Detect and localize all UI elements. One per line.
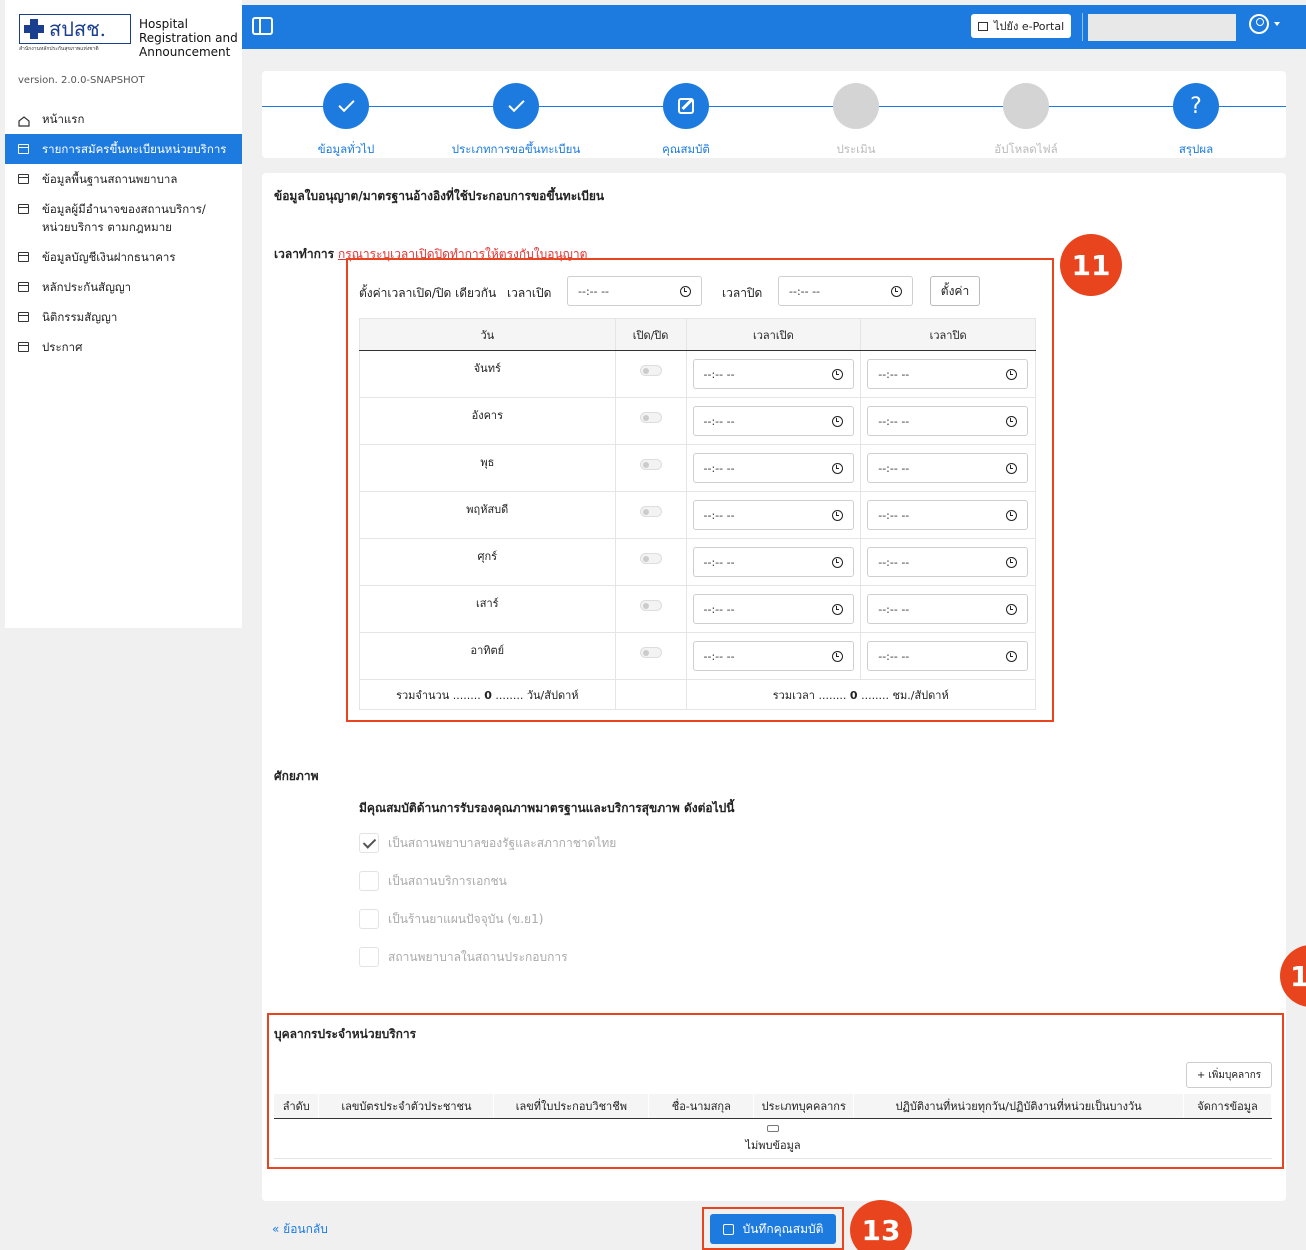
app-name: Hospital Registration and Announcement bbox=[139, 17, 238, 59]
sidebar-item-registration-list[interactable]: รายการสมัครขึ้นทะเบียนหน่วยบริการ bbox=[5, 134, 242, 164]
calendar-icon bbox=[18, 174, 29, 184]
sidebar-item-label: ประกาศ bbox=[42, 340, 83, 354]
calendar-icon bbox=[18, 252, 29, 262]
checkbox[interactable] bbox=[359, 871, 379, 891]
step-label: สรุปผล bbox=[1178, 142, 1214, 156]
exit-icon bbox=[978, 21, 988, 31]
calendar-icon bbox=[18, 312, 29, 322]
step-qualifications[interactable]: คุณสมบัติ bbox=[601, 83, 771, 159]
annotation-badge-12-clip: 12 bbox=[1280, 945, 1306, 1015]
sidebar-item-label: หลักประกันสัญญา bbox=[42, 280, 132, 294]
cross-icon bbox=[23, 18, 45, 40]
e-portal-label: ไปยัง e-Portal bbox=[994, 20, 1065, 33]
app-name-line: Hospital bbox=[139, 17, 188, 31]
step-upload-files[interactable]: อัปโหลดไฟล์ bbox=[941, 83, 1111, 159]
sidebar-item-authorized-persons[interactable]: ข้อมูลผู้มีอำนาจของสถานบริการ/หน่วยบริกา… bbox=[5, 194, 242, 242]
logo-subtitle: สำนักงานหลักประกันสุขภาพแห่งชาติ bbox=[19, 46, 99, 52]
step-label: ข้อมูลทั่วไป bbox=[317, 142, 375, 156]
annotation-badge-13: 13 bbox=[850, 1200, 912, 1250]
chevron-down-icon[interactable] bbox=[1274, 22, 1280, 26]
sidebar-item-label: ข้อมูลพื้นฐานสถานพยาบาล bbox=[42, 172, 178, 186]
step-check-icon bbox=[323, 83, 369, 129]
version-label: version. 2.0.0-SNAPSHOT bbox=[18, 75, 145, 86]
logo-thai-text: สปสช. bbox=[49, 17, 107, 41]
sidebar: สปสช. Hospital Registration and Announce… bbox=[5, 0, 242, 628]
capability-option[interactable]: เป็นร้านยาแผนปัจจุบัน (ข.ย1) bbox=[359, 909, 543, 929]
sidebar-item-label: ข้อมูลผู้มีอำนาจของสถานบริการ/หน่วยบริกา… bbox=[42, 202, 206, 234]
capability-option[interactable]: เป็นสถานพยาบาลของรัฐและสภากาชาดไทย bbox=[359, 833, 616, 853]
home-icon bbox=[18, 114, 30, 127]
checkbox[interactable] bbox=[359, 909, 379, 929]
step-label: ประเมิน bbox=[836, 142, 876, 156]
nhso-logo: สปสช. bbox=[19, 14, 131, 44]
option-label: เป็นร้านยาแผนปัจจุบัน (ข.ย1) bbox=[388, 911, 544, 926]
sidebar-item-home[interactable]: หน้าแรก bbox=[5, 104, 242, 134]
sidebar-item-announcements[interactable]: ประกาศ bbox=[5, 332, 242, 362]
checkbox-checked[interactable] bbox=[359, 833, 379, 853]
step-summary[interactable]: ? สรุปผล bbox=[1111, 83, 1281, 159]
step-assessment[interactable]: ประเมิน bbox=[771, 83, 941, 159]
annotation-box-12 bbox=[267, 1013, 1284, 1169]
step-pending-icon bbox=[1003, 83, 1049, 129]
step-pending-icon bbox=[833, 83, 879, 129]
question-icon: ? bbox=[1173, 83, 1219, 129]
app-name-line: Registration and bbox=[139, 31, 238, 45]
calendar-icon bbox=[18, 342, 29, 352]
sidebar-item-hospital-info[interactable]: ข้อมูลพื้นฐานสถานพยาบาล bbox=[5, 164, 242, 194]
calendar-icon bbox=[18, 204, 29, 214]
sidebar-item-contracts[interactable]: นิติกรรมสัญญา bbox=[5, 302, 242, 332]
registration-stepper: ข้อมูลทั่วไป ประเภทการขอขึ้นทะเบียน คุณส… bbox=[262, 71, 1286, 158]
capability-option[interactable]: เป็นสถานบริการเอกชน bbox=[359, 871, 507, 891]
annotation-box-13 bbox=[702, 1207, 844, 1250]
sidebar-item-label: หน้าแรก bbox=[42, 112, 85, 126]
capability-option[interactable]: สถานพยาบาลในสถานประกอบการ bbox=[359, 947, 568, 967]
option-label: เป็นสถานพยาบาลของรัฐและสภากาชาดไทย bbox=[388, 835, 617, 850]
annotation-badge-12: 12 bbox=[1280, 945, 1306, 1007]
step-edit-icon bbox=[663, 83, 709, 129]
step-registration-type[interactable]: ประเภทการขอขึ้นทะเบียน bbox=[431, 83, 601, 159]
e-portal-button[interactable]: ไปยัง e-Portal bbox=[971, 14, 1072, 38]
header-divider bbox=[1082, 13, 1083, 41]
app-name-line: Announcement bbox=[139, 45, 231, 59]
capability-title: ศักยภาพ bbox=[274, 769, 319, 783]
annotation-badge-11: 11 bbox=[1060, 234, 1122, 296]
option-label: สถานพยาบาลในสถานประกอบการ bbox=[388, 949, 568, 964]
calendar-icon bbox=[18, 144, 29, 154]
sidebar-item-contract-guarantee[interactable]: หลักประกันสัญญา bbox=[5, 272, 242, 302]
sidebar-toggle-icon[interactable] bbox=[252, 17, 273, 35]
step-label: คุณสมบัติ bbox=[662, 142, 710, 156]
step-check-icon bbox=[493, 83, 539, 129]
step-general-info[interactable]: ข้อมูลทั่วไป bbox=[261, 83, 431, 159]
user-circle-icon[interactable] bbox=[1249, 14, 1269, 34]
user-name-redacted bbox=[1088, 14, 1236, 41]
working-time-label: เวลาทำการ bbox=[274, 247, 335, 261]
sidebar-item-label: รายการสมัครขึ้นทะเบียนหน่วยบริการ bbox=[42, 142, 227, 156]
sidebar-item-label: ข้อมูลบัญชีเงินฝากธนาคาร bbox=[42, 250, 176, 264]
back-link[interactable]: « ย้อนกลับ bbox=[272, 1220, 328, 1239]
checkbox[interactable] bbox=[359, 947, 379, 967]
option-label: เป็นสถานบริการเอกชน bbox=[388, 873, 507, 888]
sidebar-item-label: นิติกรรมสัญญา bbox=[42, 310, 118, 324]
section-title: ข้อมูลใบอนุญาต/มาตรฐานอ้างอิงที่ใช้ประกอ… bbox=[274, 189, 605, 203]
step-label: อัปโหลดไฟล์ bbox=[994, 142, 1058, 156]
sidebar-item-bank-account[interactable]: ข้อมูลบัญชีเงินฝากธนาคาร bbox=[5, 242, 242, 272]
capability-subtitle: มีคุณสมบัติด้านการรับรองคุณภาพมาตรฐานและ… bbox=[359, 801, 735, 815]
top-header: ไปยัง e-Portal bbox=[242, 5, 1306, 49]
sidebar-nav: หน้าแรก รายการสมัครขึ้นทะเบียนหน่วยบริกา… bbox=[5, 104, 242, 362]
annotation-box-11 bbox=[346, 258, 1054, 722]
step-label: ประเภทการขอขึ้นทะเบียน bbox=[451, 142, 581, 156]
calendar-icon bbox=[18, 282, 29, 292]
